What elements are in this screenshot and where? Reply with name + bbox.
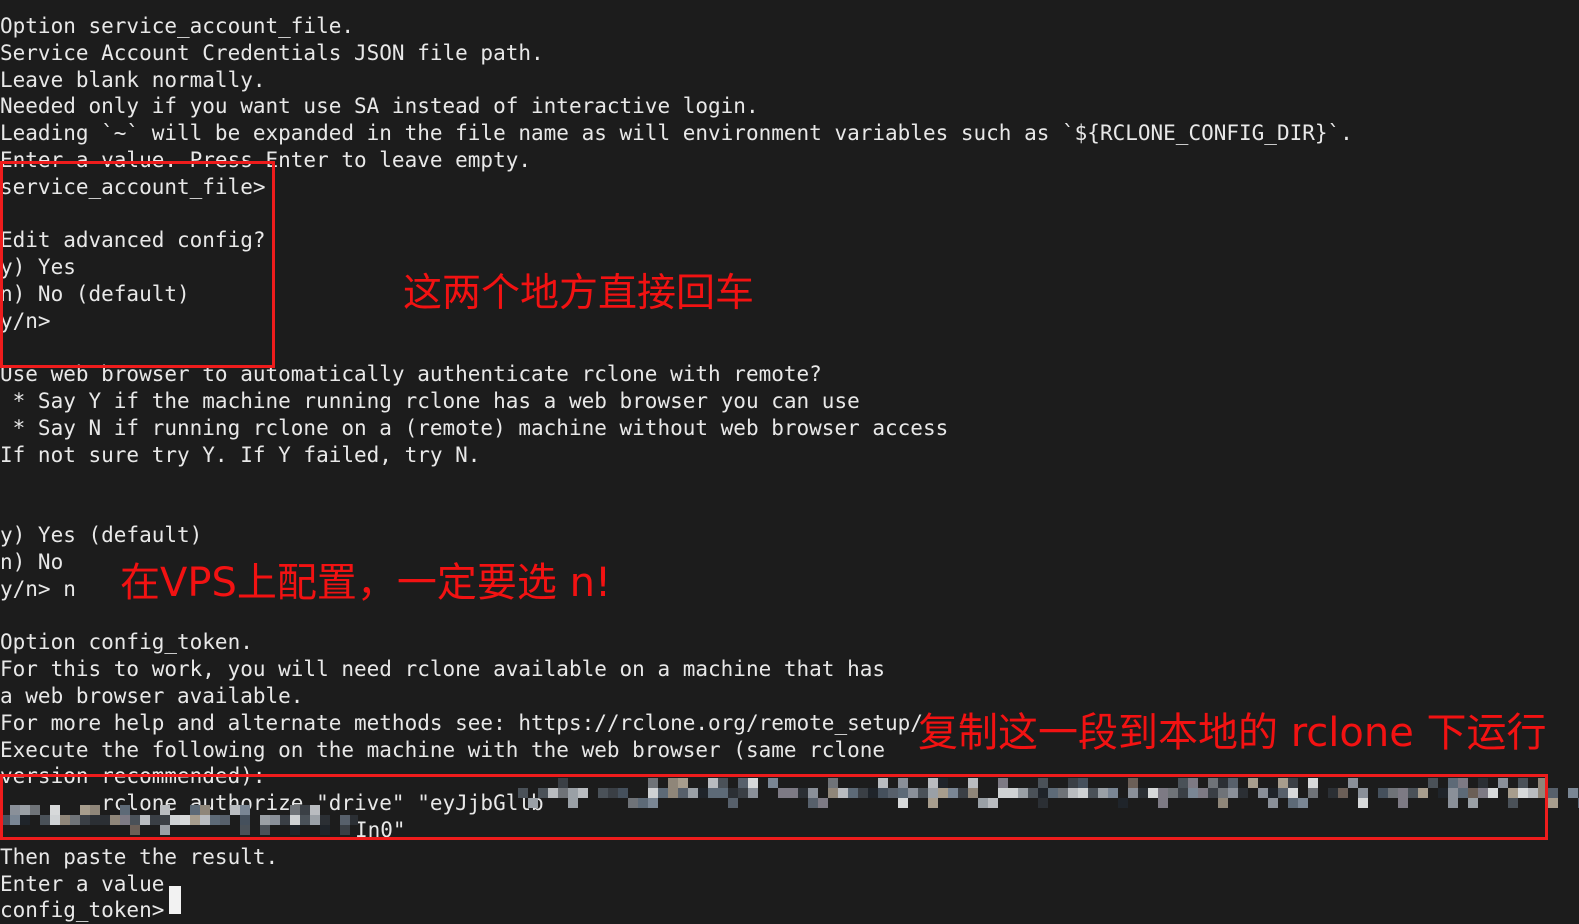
terminal-line: For this to work, you will need rclone a… xyxy=(0,657,886,682)
terminal-line-prompt-yn: y/n> xyxy=(0,308,51,333)
terminal-line: Option config_token. xyxy=(0,630,253,655)
redacted-token-mosaic xyxy=(518,778,1579,808)
terminal-line: Use web browser to automatically authent… xyxy=(0,362,822,387)
annotation-copy-to-local-rclone: 复制这一段到本地的 rclone 下运行 xyxy=(918,710,1547,756)
terminal-line-option-no: n) No (default) xyxy=(0,281,190,306)
terminal-line: Leading `~` will be expanded in the file… xyxy=(0,121,1353,146)
terminal-line: Then paste the result. xyxy=(0,844,279,869)
terminal-line: Enter a value. Press Enter to leave empt… xyxy=(0,147,532,172)
terminal-line: Option service_account_file. xyxy=(0,14,355,38)
terminal-line-prompt-config-token: config_token> xyxy=(0,898,165,923)
terminal-line: * Say N if running rclone on a (remote) … xyxy=(0,415,949,440)
terminal-line: Enter a value. xyxy=(0,871,178,896)
terminal-line-prompt-service-account-file: service_account_file> xyxy=(0,174,266,199)
terminal-line: Service Account Credentials JSON file pa… xyxy=(0,40,544,65)
terminal-line: If not sure try Y. If Y failed, try N. xyxy=(0,442,481,467)
annotation-press-enter-here: 这两个地方直接回车 xyxy=(403,271,755,316)
terminal-line: Needed only if you want use SA instead o… xyxy=(0,94,759,119)
terminal-line: * Say Y if the machine running rclone ha… xyxy=(0,389,860,414)
terminal-line-option-yes: y) Yes xyxy=(0,255,76,280)
terminal-line-option-yes-default: y) Yes (default) xyxy=(0,523,203,548)
terminal-line: Edit advanced config? xyxy=(0,228,266,253)
annotation-choose-n-on-vps: 在VPS上配置，一定要选 n! xyxy=(120,560,611,606)
redacted-token-mosaic xyxy=(0,805,358,835)
terminal-line: Leave blank normally. xyxy=(0,67,266,92)
terminal-cursor xyxy=(169,886,181,914)
terminal-window[interactable]: Option service_account_file. Service Acc… xyxy=(0,0,1579,922)
terminal-line: a web browser available. xyxy=(0,683,304,708)
